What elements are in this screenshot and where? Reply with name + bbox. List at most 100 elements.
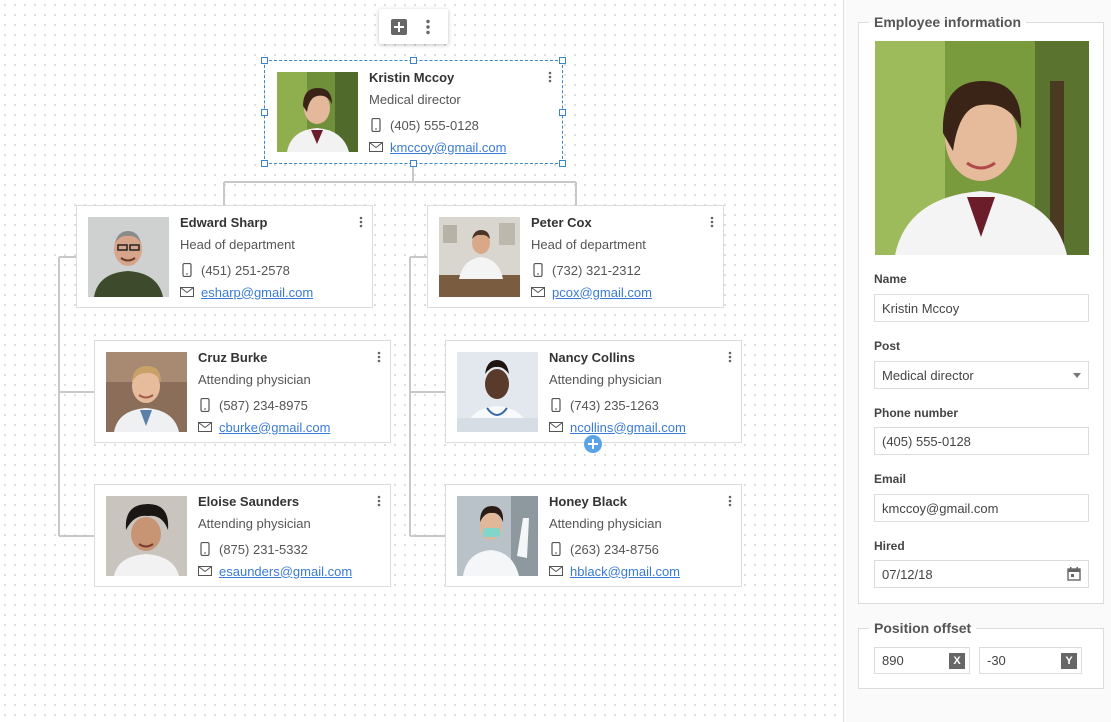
plus-icon bbox=[588, 439, 598, 449]
vertical-dots-icon bbox=[377, 495, 381, 507]
employee-post: Attending physician bbox=[549, 516, 662, 531]
phone-label: Phone number bbox=[874, 406, 959, 420]
employee-card-eloise-saunders[interactable]: Eloise Saunders Attending physician (875… bbox=[94, 484, 391, 587]
x-axis-badge: X bbox=[949, 652, 965, 669]
hired-label: Hired bbox=[874, 539, 905, 553]
employee-card-peter-cox[interactable]: Peter Cox Head of department (732) 321-2… bbox=[427, 205, 724, 308]
employee-photo bbox=[439, 217, 520, 297]
resize-handle-se[interactable] bbox=[559, 160, 566, 167]
resize-handle-w[interactable] bbox=[261, 109, 268, 116]
mail-icon bbox=[180, 285, 194, 299]
mail-icon bbox=[531, 285, 545, 299]
name-label: Name bbox=[874, 272, 907, 286]
mail-icon bbox=[369, 140, 383, 154]
employee-email-link[interactable]: esharp@gmail.com bbox=[201, 285, 313, 300]
email-field[interactable] bbox=[874, 494, 1089, 522]
card-menu-button[interactable] bbox=[545, 69, 555, 85]
employee-photo bbox=[106, 496, 187, 576]
card-menu-button[interactable] bbox=[725, 493, 735, 509]
phone-icon bbox=[369, 118, 383, 132]
resize-handle-nw[interactable] bbox=[261, 57, 268, 64]
mail-icon bbox=[198, 420, 212, 434]
resize-handle-ne[interactable] bbox=[559, 57, 566, 64]
employee-email-link[interactable]: cburke@gmail.com bbox=[219, 420, 330, 435]
phone-input[interactable] bbox=[882, 433, 1081, 449]
offset-y-field[interactable]: -30 Y bbox=[979, 647, 1082, 674]
mail-icon bbox=[549, 420, 563, 434]
offset-x-value: 890 bbox=[882, 653, 904, 668]
post-select[interactable]: Medical director bbox=[874, 361, 1089, 389]
employee-photo bbox=[457, 352, 538, 432]
employee-card-cruz-burke[interactable]: Cruz Burke Attending physician (587) 234… bbox=[94, 340, 391, 443]
employee-post: Attending physician bbox=[198, 372, 311, 387]
employee-email-link[interactable]: esaunders@gmail.com bbox=[219, 564, 352, 579]
phone-icon bbox=[198, 398, 212, 412]
add-child-button[interactable] bbox=[584, 435, 602, 453]
calendar-icon[interactable] bbox=[1067, 567, 1081, 581]
plus-box-icon bbox=[391, 18, 408, 35]
employee-card-nancy-collins[interactable]: Nancy Collins Attending physician (743) … bbox=[445, 340, 742, 443]
resize-handle-sw[interactable] bbox=[261, 160, 268, 167]
vertical-dots-icon bbox=[728, 495, 732, 507]
employee-phone: (743) 235-1263 bbox=[570, 397, 659, 413]
caret-down-icon bbox=[1073, 372, 1081, 378]
node-toolbar bbox=[379, 9, 448, 44]
resize-handle-s[interactable] bbox=[410, 160, 417, 167]
offset-y-value: -30 bbox=[987, 653, 1006, 668]
more-options-button[interactable] bbox=[417, 16, 439, 38]
card-menu-button[interactable] bbox=[374, 493, 384, 509]
phone-icon bbox=[531, 263, 545, 277]
employee-photo-large bbox=[875, 41, 1089, 255]
employee-email-link[interactable]: ncollins@gmail.com bbox=[570, 420, 686, 435]
name-field[interactable] bbox=[874, 294, 1089, 322]
vertical-dots-icon bbox=[359, 216, 363, 228]
add-node-button[interactable] bbox=[388, 16, 410, 38]
employee-photo bbox=[88, 217, 169, 297]
offset-x-field[interactable]: 890 X bbox=[874, 647, 970, 674]
vertical-dots-icon bbox=[728, 351, 732, 363]
employee-name: Nancy Collins bbox=[549, 350, 635, 365]
employee-name: Kristin Mccoy bbox=[369, 70, 455, 85]
mail-icon bbox=[549, 564, 563, 578]
employee-phone: (732) 321-2312 bbox=[552, 262, 641, 278]
phone-field[interactable] bbox=[874, 427, 1089, 455]
employee-phone: (451) 251-2578 bbox=[201, 262, 290, 278]
employee-name: Peter Cox bbox=[531, 215, 592, 230]
employee-name: Edward Sharp bbox=[180, 215, 268, 230]
employee-post: Attending physician bbox=[549, 372, 662, 387]
email-input[interactable] bbox=[882, 500, 1081, 516]
employee-phone: (587) 234-8975 bbox=[219, 397, 308, 413]
org-chart-canvas[interactable]: Kristin Mccoy Medical director (405) 555… bbox=[0, 0, 843, 722]
hired-date-field[interactable]: 07/12/18 bbox=[874, 560, 1089, 588]
vertical-dots-icon bbox=[377, 351, 381, 363]
employee-name: Cruz Burke bbox=[198, 350, 268, 365]
post-label: Post bbox=[874, 339, 901, 353]
employee-email-link[interactable]: hblack@gmail.com bbox=[570, 564, 680, 579]
post-select-value: Medical director bbox=[882, 367, 974, 383]
employee-post: Attending physician bbox=[198, 516, 311, 531]
employee-information-title: Employee information bbox=[874, 14, 1022, 30]
card-menu-button[interactable] bbox=[356, 214, 366, 230]
card-menu-button[interactable] bbox=[707, 214, 717, 230]
resize-handle-n[interactable] bbox=[410, 57, 417, 64]
vertical-dots-icon bbox=[548, 71, 552, 83]
card-menu-button[interactable] bbox=[725, 349, 735, 365]
employee-post: Medical director bbox=[369, 92, 461, 107]
vertical-dots-icon bbox=[710, 216, 714, 228]
employee-card-edward-sharp[interactable]: Edward Sharp Head of department (451) 25… bbox=[76, 205, 373, 308]
email-label: Email bbox=[874, 472, 907, 486]
employee-email-link[interactable]: pcox@gmail.com bbox=[552, 285, 652, 300]
card-menu-button[interactable] bbox=[374, 349, 384, 365]
employee-email-link[interactable]: kmccoy@gmail.com bbox=[390, 140, 507, 155]
employee-post: Head of department bbox=[180, 237, 295, 252]
employee-card-kristin-mccoy[interactable]: Kristin Mccoy Medical director (405) 555… bbox=[265, 60, 562, 164]
resize-handle-e[interactable] bbox=[559, 109, 566, 116]
employee-card-honey-black[interactable]: Honey Black Attending physician (263) 23… bbox=[445, 484, 742, 587]
name-input[interactable] bbox=[882, 300, 1081, 316]
y-axis-badge: Y bbox=[1061, 652, 1077, 669]
employee-name: Honey Black bbox=[549, 494, 628, 509]
phone-icon bbox=[180, 263, 194, 277]
phone-icon bbox=[549, 542, 563, 556]
employee-phone: (875) 231-5332 bbox=[219, 541, 308, 557]
employee-photo bbox=[106, 352, 187, 432]
